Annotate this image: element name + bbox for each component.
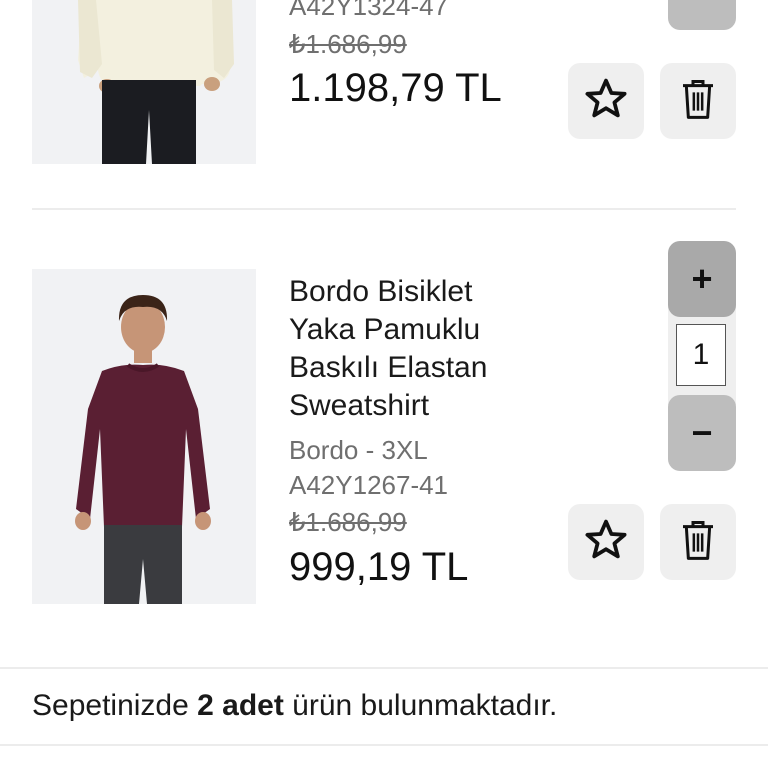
favorite-button-2[interactable] (568, 504, 644, 580)
quantity-plus-button[interactable]: + (668, 241, 736, 317)
product-photo-1 (32, 0, 256, 164)
price-1: 1.198,79 TL (289, 66, 502, 110)
cart-summary-text: Sepetinizde 2 adet ürün bulunmaktadır. (32, 686, 557, 726)
price-2: 999,19 TL (289, 545, 469, 589)
item-divider (32, 208, 736, 210)
quantity-minus-button[interactable]: − (668, 395, 736, 471)
delete-button-2[interactable] (660, 504, 736, 580)
delete-button-1[interactable] (660, 63, 736, 139)
summary-bottom-border (0, 744, 768, 746)
quantity-value[interactable]: 1 (676, 324, 726, 386)
product-title-line: Bordo Bisiklet (289, 275, 473, 308)
old-price-2: ₺1.686,99 (289, 507, 407, 537)
quantity-minus-button-1[interactable] (668, 0, 736, 30)
summary-count: 2 adet (197, 689, 284, 722)
trash-icon (678, 518, 718, 567)
star-icon (582, 75, 630, 128)
trash-icon (678, 77, 718, 126)
star-icon (582, 516, 630, 569)
favorite-button-1[interactable] (568, 63, 644, 139)
old-price-1: ₺1.686,99 (289, 29, 407, 59)
product-title-line: Sweatshirt (289, 389, 430, 422)
product-image-1[interactable] (32, 0, 256, 164)
product-title-2[interactable]: Bordo Bisiklet Yaka Pamuklu Baskılı Elas… (289, 273, 649, 425)
product-photo-2 (32, 269, 256, 604)
summary-prefix: Sepetinizde (32, 689, 198, 722)
summary-suffix: ürün bulunmaktadır. (283, 689, 558, 722)
product-title-line: Yaka Pamuklu (289, 313, 481, 346)
product-code-1: A42Y1324-47 (289, 0, 449, 21)
product-title-line: Baskılı Elastan (289, 351, 488, 384)
summary-top-border (0, 667, 768, 669)
product-variant-2: Bordo - 3XL (289, 435, 428, 465)
product-image-2[interactable] (32, 269, 256, 604)
product-code-2: A42Y1267-41 (289, 470, 449, 500)
